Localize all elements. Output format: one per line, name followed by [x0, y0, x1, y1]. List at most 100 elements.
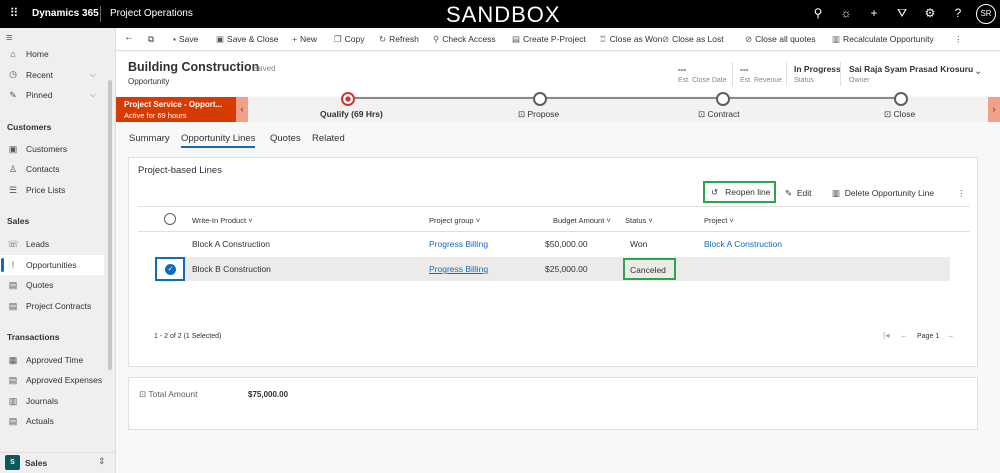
sidebar-item-approved-time[interactable]: ▦ Approved Time: [0, 350, 104, 370]
close-as-won-button[interactable]: ♖ Close as Won: [599, 34, 662, 45]
close-all-quotes-icon: ⊘: [745, 34, 753, 44]
sidebar-item-customers[interactable]: ▣ Customers: [0, 139, 104, 159]
pencil-icon: ✎: [785, 188, 793, 198]
search-icon[interactable]: ⚲: [810, 6, 826, 20]
stage-contract[interactable]: [716, 92, 730, 106]
table-row[interactable]: Block A Construction Progress Billing $5…: [138, 232, 950, 256]
app-name[interactable]: Dynamics 365: [32, 8, 99, 19]
sidebar-item-project-contracts[interactable]: ▤ Project Contracts: [0, 296, 104, 316]
sidebar-group-title: Transactions: [7, 332, 60, 342]
sidebar-item-label: Customers: [26, 144, 68, 154]
sidebar-item-home[interactable]: ⌂ Home: [0, 44, 104, 64]
sidebar-item-journals[interactable]: ▥ Journals: [0, 391, 104, 411]
refresh-button[interactable]: ↻ Refresh: [379, 34, 419, 45]
sidebar-item-label: Leads: [26, 239, 50, 249]
save-close-button[interactable]: ▣ Save & Close: [216, 34, 279, 45]
check-access-button[interactable]: ⚲ Check Access: [433, 34, 496, 45]
sidebar-item-price-lists[interactable]: ☰ Price Lists: [0, 180, 104, 200]
sidebar-item-recent[interactable]: ◷ Recent ⌵: [0, 65, 104, 85]
sidebar-item-actuals[interactable]: ▤ Actuals: [0, 411, 104, 431]
tab-opportunity-lines[interactable]: Opportunity Lines: [181, 133, 256, 148]
sidebar-item-pinned[interactable]: ✎ Pinned ⌵: [0, 85, 104, 105]
reopen-line-button[interactable]: ↺ Reopen line: [703, 181, 776, 203]
chevron-down-icon[interactable]: ⌄: [974, 66, 982, 77]
col-write-in-product[interactable]: Write-In Product ˅: [192, 216, 253, 225]
col-budget-amount[interactable]: Budget Amount ˅: [553, 216, 611, 225]
row-project-link[interactable]: Block A Construction: [704, 239, 782, 249]
prev-page-icon[interactable]: ←: [900, 330, 909, 340]
col-project[interactable]: Project ˅: [704, 216, 734, 225]
quotes-icon: ▤: [8, 279, 18, 290]
sidebar-item-opportunities[interactable]: ! Opportunities: [0, 255, 104, 275]
filter-icon[interactable]: ⛛: [894, 6, 910, 21]
create-p-project-button[interactable]: ▤ Create P-Project: [512, 34, 586, 45]
hamburger-icon[interactable]: ≡: [6, 32, 12, 44]
tab-quotes[interactable]: Quotes: [270, 133, 301, 144]
save-button[interactable]: ▪ Save: [173, 34, 198, 44]
area-name[interactable]: Project Operations: [110, 8, 193, 19]
col-status[interactable]: Status ˅: [625, 216, 653, 225]
gear-icon[interactable]: ⚙: [922, 6, 938, 20]
stage-propose[interactable]: [533, 92, 547, 106]
lightbulb-icon[interactable]: ☼: [838, 6, 854, 20]
bpf-prev-button[interactable]: ‹: [236, 97, 248, 122]
more-commands-icon[interactable]: ⋮: [954, 34, 963, 45]
total-amount-section: [128, 377, 978, 430]
new-icon: +: [292, 34, 297, 44]
sidebar-item-label: Price Lists: [26, 185, 66, 195]
chevron-down-icon[interactable]: ⌵: [90, 70, 96, 80]
new-button[interactable]: + New: [292, 34, 317, 44]
plus-icon[interactable]: +: [866, 6, 882, 20]
app-launcher-icon[interactable]: ⠿: [6, 6, 22, 20]
process-stage-header[interactable]: Project Service - Opport... Active for 6…: [116, 97, 236, 122]
trash-icon: ▥: [832, 188, 841, 198]
sidebar-item-quotes[interactable]: ▤ Quotes: [0, 275, 104, 295]
lock-icon: ⊡: [884, 109, 892, 119]
row-checkbox[interactable]: ✓: [155, 257, 185, 281]
area-switcher[interactable]: S Sales ⇕: [0, 452, 116, 473]
bpf-line: [348, 97, 901, 99]
check-access-icon: ⚲: [433, 34, 440, 44]
more-actions-icon[interactable]: ⋮: [957, 188, 966, 199]
help-icon[interactable]: ?: [950, 6, 966, 20]
leads-icon: ☏: [7, 238, 19, 249]
row-project-group-link[interactable]: Progress Billing: [429, 239, 488, 249]
bpf-next-button[interactable]: ›: [988, 97, 1000, 122]
price-lists-icon: ☰: [8, 184, 18, 195]
stage-close[interactable]: [894, 92, 908, 106]
row-project-group-link[interactable]: Progress Billing: [429, 264, 488, 274]
copy-button[interactable]: ❐ Copy: [334, 34, 364, 45]
edit-button[interactable]: ✎ Edit: [785, 188, 812, 199]
sidebar-scrollbar[interactable]: [108, 80, 112, 370]
first-page-icon[interactable]: |◂: [883, 330, 889, 341]
tab-related[interactable]: Related: [312, 133, 345, 144]
stage-qualify[interactable]: [341, 92, 355, 106]
recalculate-opportunity-button[interactable]: ▥ Recalculate Opportunity: [832, 34, 934, 45]
table-row-selected[interactable]: ✓ Block B Construction Progress Billing …: [155, 257, 950, 281]
close-as-lost-button[interactable]: ⊘ Close as Lost: [662, 34, 724, 45]
stage-contract-label[interactable]: ⊡ Contract: [698, 109, 740, 120]
chevron-down-icon[interactable]: ⌵: [90, 90, 96, 100]
select-all-checkbox[interactable]: [164, 213, 176, 225]
col-project-group[interactable]: Project group ˅: [429, 216, 480, 225]
sidebar-item-contacts[interactable]: ♙ Contacts: [0, 159, 104, 179]
stage-close-label[interactable]: ⊡ Close: [884, 109, 915, 120]
delete-line-button[interactable]: ▥ Delete Opportunity Line: [832, 188, 934, 199]
avatar[interactable]: SR: [976, 4, 996, 24]
stage-qualify-label[interactable]: Qualify (69 Hrs): [320, 109, 383, 119]
next-page-icon[interactable]: →: [946, 330, 955, 340]
open-new-window-icon[interactable]: ⧉: [148, 34, 154, 45]
tab-summary[interactable]: Summary: [129, 133, 170, 144]
back-icon[interactable]: ←: [124, 32, 134, 43]
close-all-quotes-button[interactable]: ⊘ Close all quotes: [745, 34, 816, 45]
lock-icon: ⊡: [139, 389, 147, 399]
row-amount: $50,000.00: [545, 239, 588, 249]
owner-field[interactable]: Sai Raja Syam Prasad Krosuru Owner: [849, 64, 973, 84]
stage-propose-label[interactable]: ⊡ Propose: [518, 109, 559, 120]
divider: [100, 6, 101, 22]
sidebar-item-label: Contacts: [26, 164, 60, 174]
sidebar-item-approved-expenses[interactable]: ▤ Approved Expenses: [0, 370, 104, 390]
top-bar: ⠿ Dynamics 365 Project Operations SANDBO…: [0, 0, 1000, 28]
sidebar-item-leads[interactable]: ☏ Leads: [0, 234, 104, 254]
sidebar-item-label: Approved Expenses: [26, 375, 103, 385]
